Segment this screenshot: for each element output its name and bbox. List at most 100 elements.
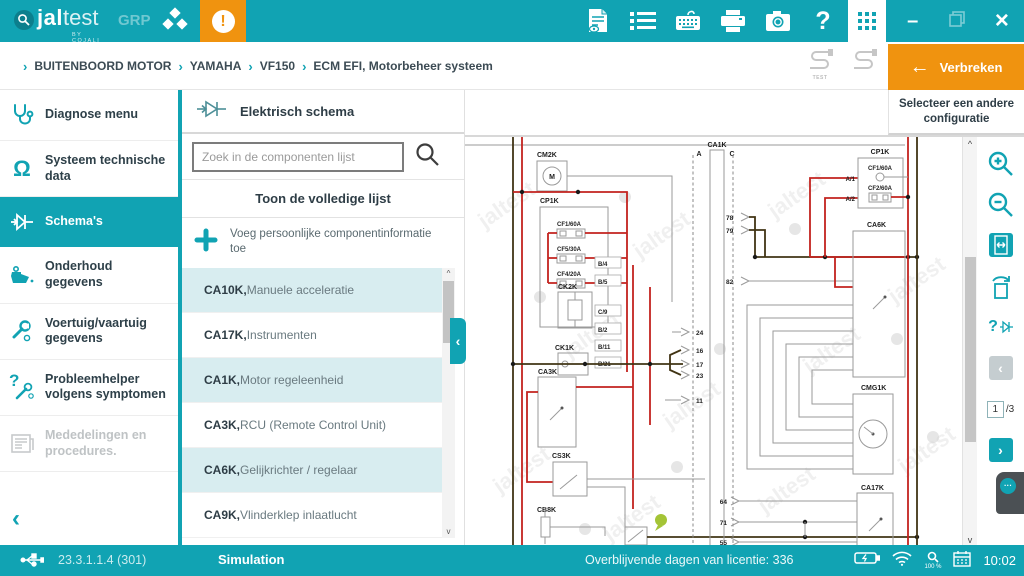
app-logo: jal test BY COJALI: [14, 5, 98, 31]
component-row[interactable]: CA6K, Gelijkrichter / regelaar: [182, 448, 447, 493]
sidebar-item-label: Onderhoud gegevens: [45, 259, 172, 290]
close-button[interactable]: ×: [995, 7, 1009, 35]
apps-grid-button[interactable]: [848, 0, 886, 42]
support-widget[interactable]: ···: [996, 472, 1024, 514]
logo-magnifier-icon: [14, 10, 34, 30]
component-row[interactable]: CA3K, RCU (Remote Control Unit): [182, 403, 447, 448]
search-icon[interactable]: [414, 141, 440, 172]
sidebar-item-maintenance-data[interactable]: Onderhoud gegevens: [0, 247, 178, 303]
modules-cubes-icon[interactable]: [160, 7, 190, 40]
zoom-out-button[interactable]: [987, 190, 1015, 218]
list-scrollbar[interactable]: ^ v: [442, 268, 455, 538]
sidebar-item-schemas[interactable]: Schema's: [0, 197, 178, 247]
breadcrumb-chevron-icon: ›: [178, 59, 182, 74]
help-icon[interactable]: ?: [810, 8, 836, 34]
panel-collapse-tab[interactable]: ‹: [450, 318, 466, 364]
omega-icon: Ω: [8, 156, 36, 182]
wire-label: B/2: [598, 328, 608, 334]
diagram-label: CS3K: [552, 453, 571, 460]
pin-number: 17: [696, 362, 704, 369]
diode-schema-icon: [196, 98, 228, 125]
printer-icon[interactable]: [720, 8, 746, 34]
sidebar-item-label: Probleemhelper volgens symptomen: [45, 372, 172, 403]
sidebar-item-diagnose-menu[interactable]: Diagnose menu: [0, 90, 178, 141]
zoom-in-button[interactable]: [987, 149, 1015, 177]
component-row[interactable]: CA17K, Instrumenten: [182, 313, 447, 358]
component-row[interactable]: CA10K, Manuele acceleratie: [182, 268, 447, 313]
search-input[interactable]: [192, 142, 404, 172]
pin-number: 23: [696, 373, 704, 380]
list-icon[interactable]: [630, 8, 656, 34]
keyboard-icon[interactable]: [675, 8, 701, 34]
rotate-page-button[interactable]: [987, 272, 1015, 300]
schematic-viewport[interactable]: jaltest jaltest jaltest jaltest jaltest …: [465, 137, 962, 547]
restore-button[interactable]: [949, 11, 965, 32]
page-input[interactable]: 1: [987, 401, 1004, 418]
scroll-up-icon[interactable]: ^: [442, 268, 455, 280]
wire-label: B/4: [598, 262, 608, 268]
warning-button[interactable]: !: [200, 0, 246, 42]
diagram-label: A/1: [846, 177, 856, 183]
breadcrumb-chevron-icon: ›: [302, 59, 306, 74]
scroll-down-icon[interactable]: v: [442, 526, 455, 538]
calendar-icon[interactable]: [953, 550, 971, 572]
previous-page-button[interactable]: ‹: [987, 354, 1015, 382]
sidebar-item-vehicle-data[interactable]: Voertuig/vaartuig gegevens: [0, 304, 178, 360]
diagram-label: A/2: [846, 197, 856, 203]
component-row[interactable]: CA9K, Vlinderklep inlaatlucht: [182, 493, 447, 538]
diagram-scrollbar[interactable]: ^ v: [962, 137, 977, 547]
diagram-label: CM2K: [537, 152, 557, 159]
sidebar: Diagnose menu Ω Systeem technische data …: [0, 90, 178, 545]
connection-status: TEST: [806, 48, 878, 81]
cable-icon: [850, 48, 878, 81]
select-other-configuration[interactable]: Selecteer een andere configuratie: [888, 90, 1024, 135]
grp-label: GRP: [118, 12, 151, 29]
diagram-label: CB8K: [537, 507, 556, 514]
breadcrumb-item[interactable]: BUITENBOORD MOTOR: [34, 59, 171, 73]
diagram-label: CK1K: [555, 345, 574, 352]
page-total: /3: [1006, 404, 1014, 415]
add-component-button[interactable]: Voeg persoonlijke componentinformatie to…: [182, 218, 464, 266]
scroll-up-icon[interactable]: ^: [963, 137, 977, 151]
fit-width-button[interactable]: [987, 231, 1015, 259]
support-chat-icon: ···: [1000, 478, 1016, 494]
schematic-workarea: jaltest jaltest jaltest jaltest jaltest …: [465, 135, 1024, 545]
scrollbar-thumb[interactable]: [965, 257, 976, 442]
simulation-mode-label: Simulation: [218, 552, 284, 567]
diagram-label: CA17K: [861, 485, 884, 492]
camera-icon[interactable]: [765, 8, 791, 34]
component-row[interactable]: CA1K, Motor regeleenheid: [182, 358, 447, 403]
zoom-level-indicator[interactable]: 100 %: [924, 551, 941, 570]
sidebar-collapse-chevron[interactable]: ‹: [12, 505, 20, 533]
breadcrumb-chevron-icon: ›: [23, 59, 27, 74]
newspaper-icon: [8, 431, 36, 457]
sidebar-item-system-technical-data[interactable]: Ω Systeem technische data: [0, 141, 178, 197]
wifi-icon: [892, 551, 912, 571]
disconnect-button[interactable]: ← Verbreken: [888, 44, 1024, 90]
pin-number: 11: [696, 398, 703, 405]
diagram-label: A: [696, 151, 701, 158]
next-page-button[interactable]: ›: [987, 436, 1015, 464]
breadcrumb-item[interactable]: YAMAHA: [190, 59, 242, 73]
report-document-icon[interactable]: [585, 8, 611, 34]
pin-number: 64: [720, 499, 728, 506]
sidebar-item-messages-procedures: Mededelingen en procedures.: [0, 416, 178, 472]
note-bubble-icon: [655, 514, 667, 526]
minimize-button[interactable]: –: [907, 10, 918, 33]
statusbar-tray: 100 % 10:02: [854, 545, 1016, 576]
sidebar-item-label: Diagnose menu: [45, 107, 138, 123]
show-full-list-button[interactable]: Toon de volledige lijst: [182, 180, 464, 218]
pin-number: 71: [720, 520, 728, 527]
panel-title: Elektrisch schema: [240, 104, 354, 119]
breadcrumb-item[interactable]: ECM EFI, Motorbeheer systeem: [313, 59, 492, 73]
breadcrumb-chevron-icon: ›: [248, 59, 252, 74]
legend-help-button[interactable]: ?: [987, 313, 1015, 341]
wire-label: C/9: [598, 310, 608, 316]
diagram-label: CA1K: [707, 142, 726, 149]
breadcrumb-item[interactable]: VF150: [260, 59, 295, 73]
sidebar-item-problem-helper[interactable]: ? Probleemhelper volgens symptomen: [0, 360, 178, 416]
panel-header: Elektrisch schema: [182, 90, 464, 134]
license-days-label: Overblijvende dagen van licentie: 336: [585, 553, 793, 567]
statusbar: 23.3.1.1.4 (301) Simulation Overblijvend…: [0, 545, 1024, 576]
page-indicator: 1 /3: [987, 395, 1015, 423]
